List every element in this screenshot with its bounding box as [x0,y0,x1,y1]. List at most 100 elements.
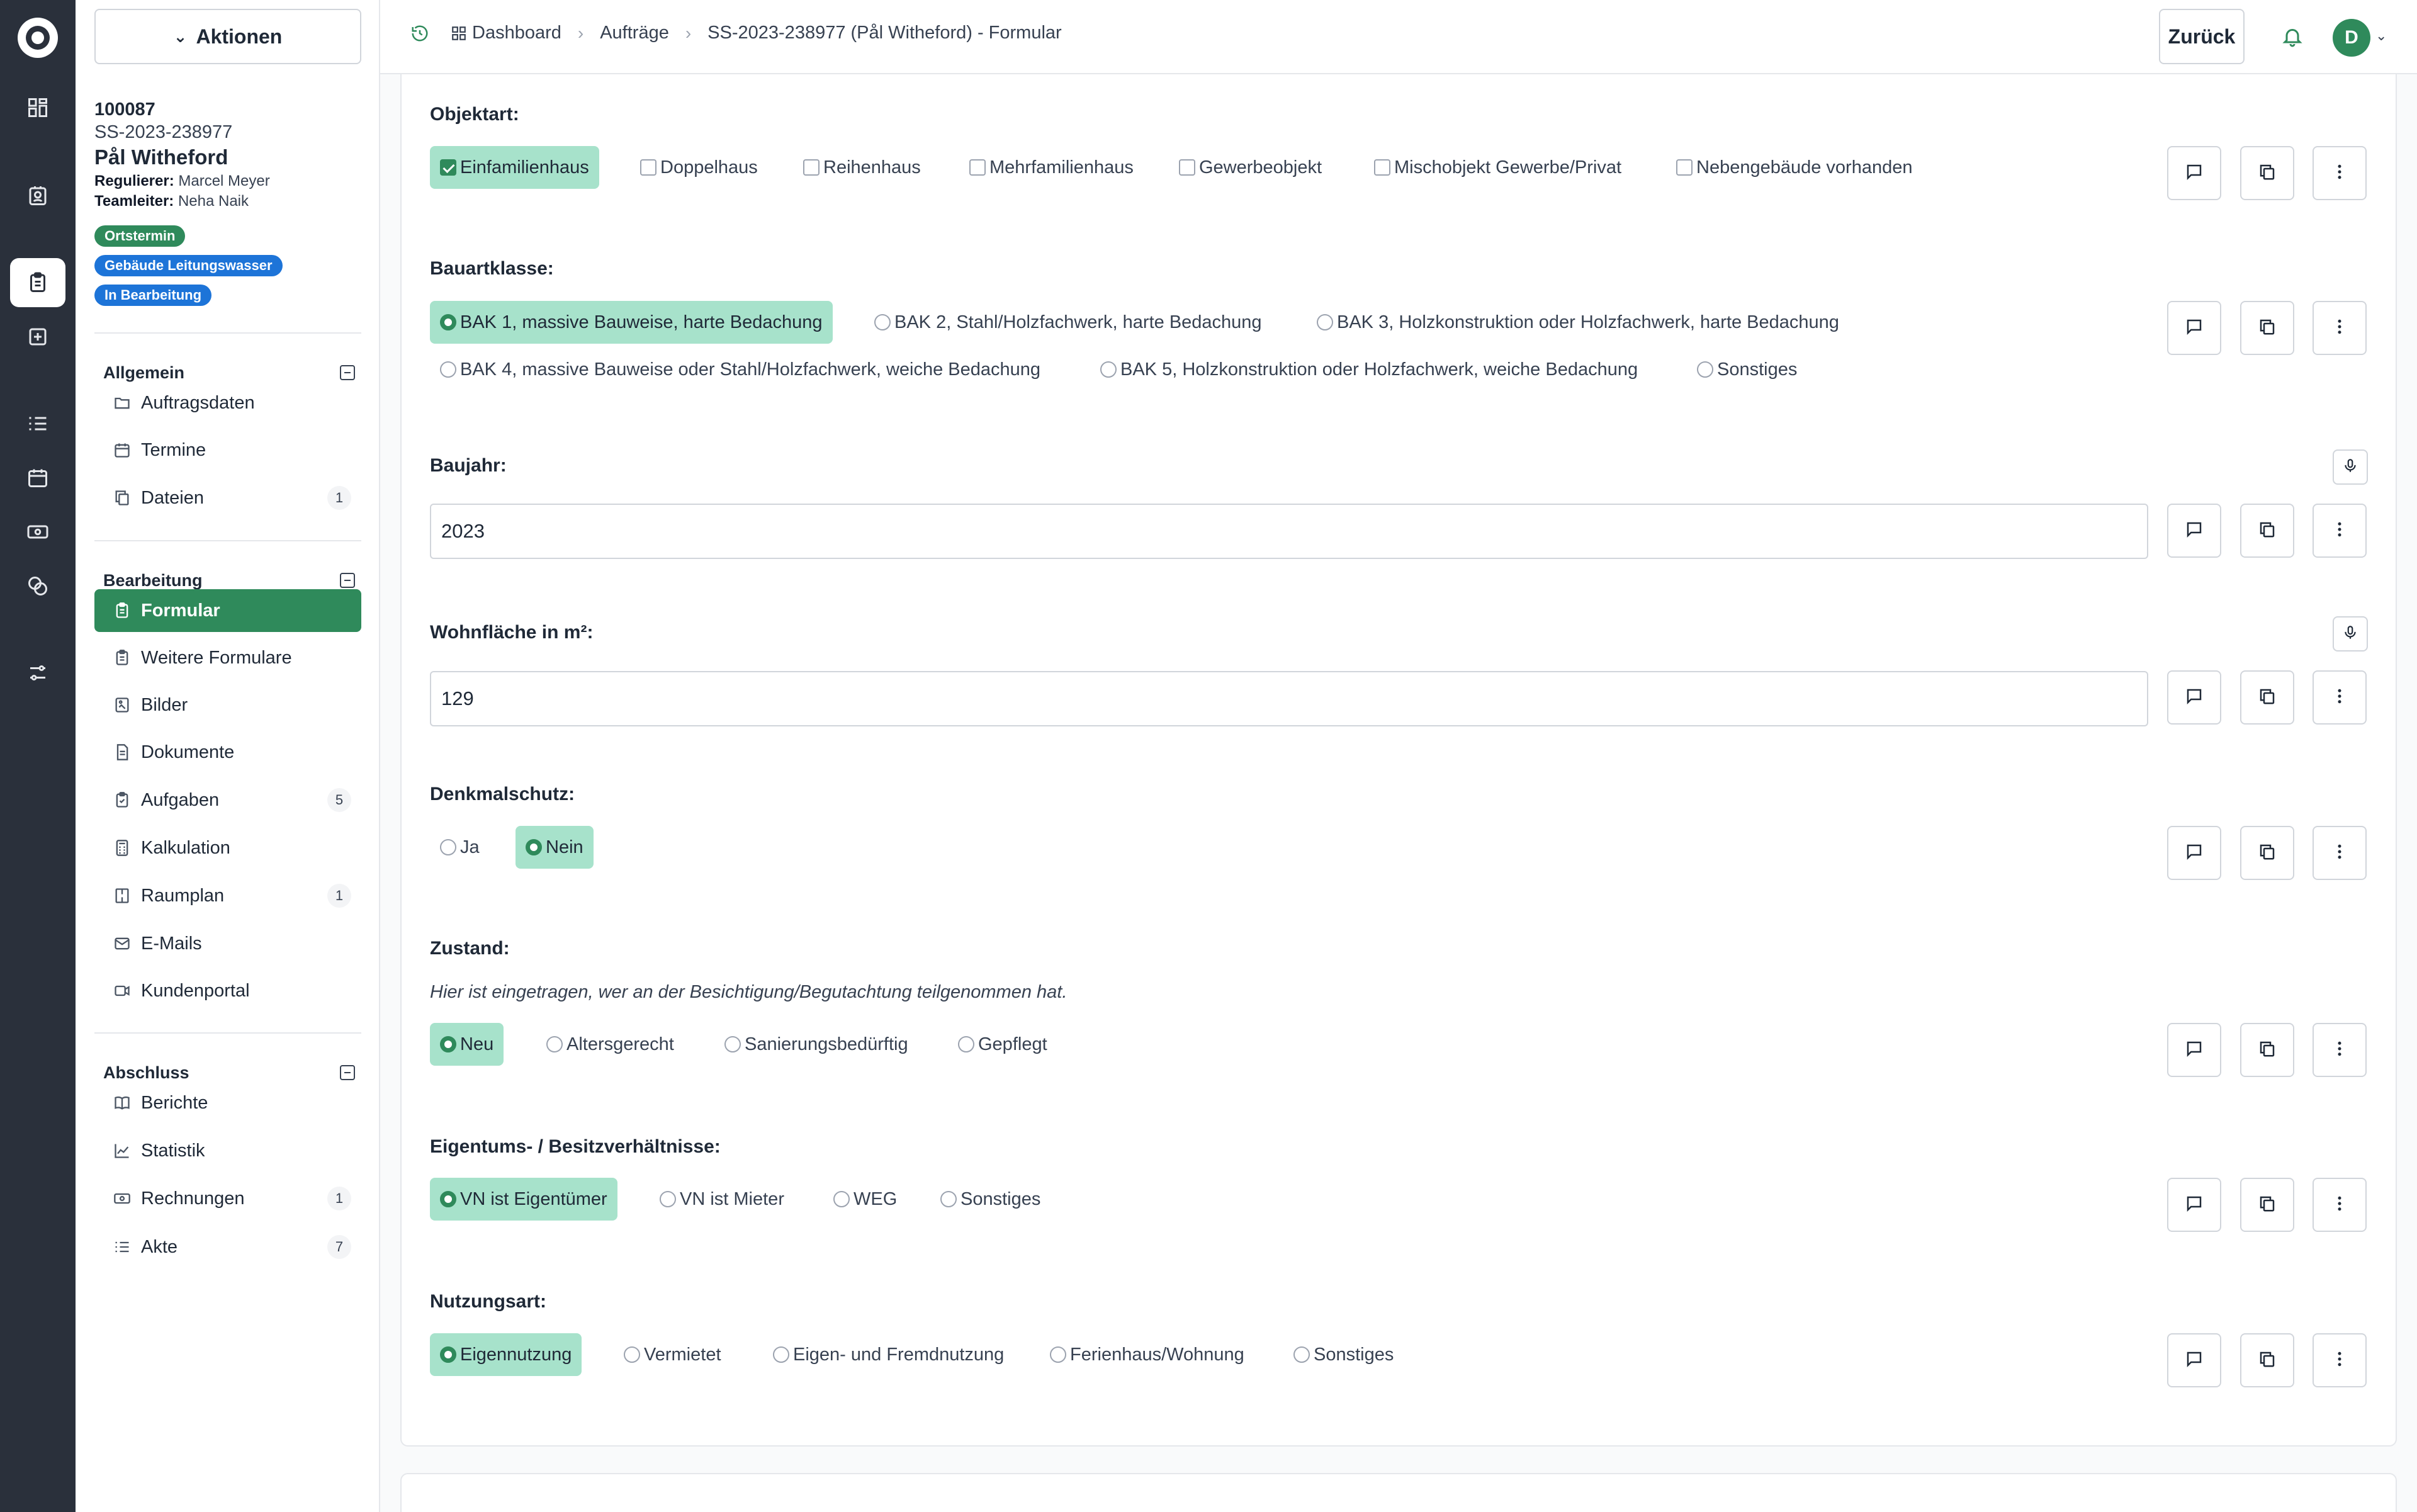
eigentum-option-vn-ist-eigentümer[interactable]: VN ist Eigentümer [430,1178,617,1221]
sidebar-item-kundenportal[interactable]: Kundenportal [94,969,361,1012]
coins-icon[interactable] [10,561,65,611]
nutzungsart-option-ferienhaus-wohnung[interactable]: Ferienhaus/Wohnung [1040,1333,1254,1376]
objektart-option-einfamilienhaus[interactable]: Einfamilienhaus [430,146,599,189]
sidebar-item-berichte[interactable]: Berichte [94,1081,361,1124]
collapse-icon[interactable] [340,365,355,380]
radio[interactable] [724,1036,741,1052]
checkbox[interactable] [1374,159,1390,176]
bauartklasse-option-bak-2-stahl-holzfachwerk-harte-bedachung[interactable]: BAK 2, Stahl/Holzfachwerk, harte Bedachu… [864,301,1272,344]
zustand-copy-button[interactable] [2240,1023,2294,1077]
zustand-option-altersgerecht[interactable]: Altersgerecht [536,1023,684,1066]
sidebar-item-termine[interactable]: Termine [94,429,361,471]
bauartklasse-copy-button[interactable] [2240,301,2294,355]
nutzungsart-copy-button[interactable] [2240,1333,2294,1387]
radio[interactable] [440,361,456,378]
sidebar-item-kalkulation[interactable]: Kalkulation [94,827,361,869]
nutzungsart-option-eigennutzung[interactable]: Eigennutzung [430,1333,582,1376]
clipboard-icon[interactable] [10,258,65,307]
nutzungsart-option-sonstiges[interactable]: Sonstiges [1283,1333,1404,1376]
radio[interactable] [526,839,542,855]
dashboard-icon[interactable] [10,83,65,132]
denkmalschutz-comment-button[interactable] [2167,826,2221,880]
calendar-icon[interactable] [10,453,65,502]
nutzungsart-more-button[interactable] [2313,1333,2367,1387]
radio[interactable] [833,1191,850,1207]
bauartklasse-option-bak-1-massive-bauweise-harte-bedachung[interactable]: BAK 1, massive Bauweise, harte Bedachung [430,301,833,344]
sidebar-item-aufgaben[interactable]: Aufgaben 5 [94,779,361,821]
sidebar-item-e-mails[interactable]: E-Mails [94,922,361,965]
radio[interactable] [440,314,456,330]
settings-sliders-icon[interactable] [10,648,65,697]
avatar[interactable]: D [2333,19,2370,57]
nutzungsart-option-vermietet[interactable]: Vermietet [614,1333,731,1376]
eigentum-option-weg[interactable]: WEG [823,1178,907,1221]
nutzungsart-comment-button[interactable] [2167,1333,2221,1387]
objektart-option-mischobjekt-gewerbe-privat[interactable]: Mischobjekt Gewerbe/Privat [1364,146,1631,189]
wohnflaeche-copy-button[interactable] [2240,670,2294,725]
zustand-option-neu[interactable]: Neu [430,1023,504,1066]
radio[interactable] [440,1346,456,1363]
radio[interactable] [546,1036,563,1052]
eigentum-comment-button[interactable] [2167,1178,2221,1232]
radio[interactable] [773,1346,789,1363]
denkmalschutz-option-nein[interactable]: Nein [516,826,594,869]
sidebar-item-statistik[interactable]: Statistik [94,1129,361,1172]
denkmalschutz-option-ja[interactable]: Ja [430,826,490,869]
bauartklasse-option-bak-4-massive-bauweise-oder-stahl-holzfachwerk-weiche-bedachung[interactable]: BAK 4, massive Bauweise oder Stahl/Holzf… [430,348,1051,391]
bauartklasse-option-bak-3-holzkonstruktion-oder-holzfachwerk-harte-bedachung[interactable]: BAK 3, Holzkonstruktion oder Holzfachwer… [1307,301,1849,344]
objektart-comment-button[interactable] [2167,146,2221,200]
bauartklasse-more-button[interactable] [2313,301,2367,355]
actions-dropdown-button[interactable]: ⌄ Aktionen [94,9,361,64]
eigentum-more-button[interactable] [2313,1178,2367,1232]
objektart-option-doppelhaus[interactable]: Doppelhaus [630,146,768,189]
radio[interactable] [660,1191,676,1207]
wohnflaeche-input[interactable]: 129 [430,671,2148,726]
baujahr-copy-button[interactable] [2240,504,2294,558]
bauartklasse-option-sonstiges[interactable]: Sonstiges [1687,348,1807,391]
radio[interactable] [1100,361,1117,378]
collapse-icon[interactable] [340,573,355,588]
objektart-more-button[interactable] [2313,146,2367,200]
wohnflaeche-more-button[interactable] [2313,670,2367,725]
breadcrumb-orders[interactable]: Aufträge [600,23,669,43]
sidebar-item-dateien[interactable]: Dateien 1 [94,477,361,519]
eigentum-copy-button[interactable] [2240,1178,2294,1232]
radio[interactable] [1050,1346,1066,1363]
eigentum-option-sonstiges[interactable]: Sonstiges [930,1178,1051,1221]
objektart-option-gewerbeobjekt[interactable]: Gewerbeobjekt [1169,146,1332,189]
zustand-more-button[interactable] [2313,1023,2367,1077]
history-icon[interactable] [410,24,429,43]
checkbox[interactable] [803,159,820,176]
radio[interactable] [940,1191,957,1207]
radio[interactable] [440,1036,456,1052]
sidebar-item-weitere-formulare[interactable]: Weitere Formulare [94,636,361,679]
radio[interactable] [1293,1346,1310,1363]
logo-icon[interactable] [18,18,58,58]
checkbox[interactable] [969,159,986,176]
sidebar-item-raumplan[interactable]: Raumplan 1 [94,874,361,917]
baujahr-comment-button[interactable] [2167,504,2221,558]
sidebar-item-rechnungen[interactable]: Rechnungen 1 [94,1177,361,1220]
task-list-icon[interactable] [10,399,65,448]
sidebar-item-formular[interactable]: Formular [94,589,361,632]
zustand-option-gepflegt[interactable]: Gepflegt [948,1023,1057,1066]
bauartklasse-option-bak-5-holzkonstruktion-oder-holzfachwerk-weiche-bedachung[interactable]: BAK 5, Holzkonstruktion oder Holzfachwer… [1090,348,1648,391]
baujahr-input[interactable]: 2023 [430,504,2148,559]
checkbox[interactable] [640,159,656,176]
denkmalschutz-copy-button[interactable] [2240,826,2294,880]
radio[interactable] [958,1036,974,1052]
objektart-option-mehrfamilienhaus[interactable]: Mehrfamilienhaus [959,146,1144,189]
baujahr-mic-button[interactable] [2333,449,2368,485]
checkbox[interactable] [1179,159,1195,176]
zustand-comment-button[interactable] [2167,1023,2221,1077]
radio[interactable] [874,314,891,330]
nutzungsart-option-eigen-und-fremdnutzung[interactable]: Eigen- und Fremdnutzung [763,1333,1014,1376]
bell-icon[interactable] [2281,25,2304,48]
chevron-down-icon[interactable]: ⌄ [2375,28,2387,44]
sidebar-item-dokumente[interactable]: Dokumente [94,731,361,774]
objektart-option-nebengebäude-vorhanden[interactable]: Nebengebäude vorhanden [1666,146,1922,189]
zustand-option-sanierungsbedürftig[interactable]: Sanierungsbedürftig [714,1023,918,1066]
radio[interactable] [1317,314,1333,330]
radio[interactable] [624,1346,640,1363]
sidebar-item-akte[interactable]: Akte 7 [94,1226,361,1268]
